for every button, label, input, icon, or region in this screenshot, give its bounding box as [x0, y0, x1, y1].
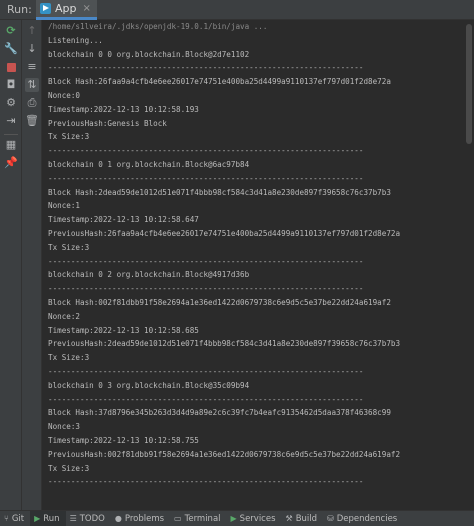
- problems-icon: ●: [114, 513, 122, 523]
- print-icon[interactable]: ⎙: [25, 96, 39, 110]
- console-line: Nonce:2: [48, 311, 81, 321]
- trash-icon[interactable]: 🗑: [25, 114, 39, 128]
- console-line: Block Hash:37d8796e345b263d3d4d9a89e2c6c…: [48, 408, 391, 418]
- arrow-up-icon[interactable]: ↑: [25, 24, 39, 38]
- tab-git[interactable]: ⑂ Git: [0, 511, 30, 526]
- dependencies-icon: ⛁: [327, 513, 334, 523]
- console-line: Tx Size:3: [48, 353, 90, 363]
- console-line: blockchain 0 2 org.blockchain.Block@4917…: [48, 270, 250, 280]
- console-line: blockchain 0 1 org.blockchain.Block@6ac9…: [48, 159, 250, 169]
- tab-terminal[interactable]: ▭ Terminal: [170, 511, 226, 526]
- console-line: Tx Size:3: [48, 463, 90, 473]
- tab-label: Dependencies: [336, 513, 398, 524]
- tool-window-bar: ⑂ Git ▶ Run ☰ TODO ● Problems ▭ Terminal ▶ Services…: [0, 510, 474, 526]
- run-icon: ▶: [34, 513, 41, 523]
- tab-label: TODO: [79, 513, 105, 524]
- console-line: Listening...: [48, 35, 103, 45]
- tab-run[interactable]: ▶ Run: [30, 511, 66, 526]
- scrollbar-thumb[interactable]: [466, 24, 472, 144]
- pin-icon[interactable]: 📌: [4, 156, 18, 170]
- console-line: blockchain 0 0 org.blockchain.Block@2d7e…: [48, 49, 250, 59]
- console-line: blockchain 0 3 org.blockchain.Block@35c0…: [48, 380, 250, 390]
- tab-label: Services: [239, 513, 276, 524]
- tab-build[interactable]: ⚒ Build: [282, 511, 324, 526]
- rerun-icon[interactable]: ⟳: [4, 24, 18, 38]
- stop-icon[interactable]: [4, 60, 18, 74]
- console-line: Tx Size:3: [48, 242, 90, 252]
- run-header: Run: App ×: [0, 0, 474, 20]
- services-icon: ▶: [230, 513, 237, 523]
- console-line: ----------------------------------------…: [48, 477, 364, 487]
- run-tool-window: Run: App × ⟳ 🔧 ◘ ⚙ ⇥ ▦ 📌 ↑ ↓ ≡ ⇅ ⎙ 🗑 /ho…: [0, 0, 474, 526]
- console-line: Block Hash:002f81dbb91f58e2694a1e36ed142…: [48, 297, 391, 307]
- console-line: Nonce:1: [48, 201, 81, 211]
- stop-square: [6, 62, 16, 72]
- console-toolbar: ↑ ↓ ≡ ⇅ ⎙ 🗑: [22, 20, 42, 510]
- tab-label: Build: [295, 513, 318, 524]
- tab-app-label: App: [55, 2, 77, 15]
- console-line: PreviousHash:26faa9a4cfb4e6ee26017e74751…: [48, 228, 401, 238]
- console-line: Timestamp:2022-12-13 10:12:58.647: [48, 215, 199, 225]
- run-toolbar: ⟳ 🔧 ◘ ⚙ ⇥ ▦ 📌: [0, 20, 22, 510]
- console-output[interactable]: /home/s1lveira/.jdks/openjdk-19.0.1/bin/…: [43, 20, 464, 510]
- tab-todo[interactable]: ☰ TODO: [66, 511, 111, 526]
- console-line: PreviousHash:Genesis Block: [48, 118, 167, 128]
- tab-problems[interactable]: ● Problems: [111, 511, 170, 526]
- gear-icon[interactable]: ⚙: [4, 96, 18, 110]
- soft-wrap-icon[interactable]: ≡: [25, 60, 39, 74]
- console-line: ----------------------------------------…: [48, 146, 364, 156]
- tab-services[interactable]: ▶ Services: [227, 511, 282, 526]
- todo-icon: ☰: [69, 513, 77, 523]
- console-line: Timestamp:2022-12-13 10:12:58.193: [48, 104, 199, 114]
- console-line: ----------------------------------------…: [48, 173, 364, 183]
- tab-label: Problems: [124, 513, 165, 524]
- console-line: Nonce:3: [48, 422, 81, 432]
- tab-label: Terminal: [184, 513, 221, 524]
- console-command-line: /home/s1lveira/.jdks/openjdk-19.0.1/bin/…: [48, 22, 268, 31]
- scroll-to-end-icon[interactable]: ⇅: [25, 78, 39, 92]
- console-line: Block Hash:2dead59de1012d51e071f4bbb98cf…: [48, 187, 391, 197]
- console-line: Timestamp:2022-12-13 10:12:58.685: [48, 325, 199, 335]
- console-line: Timestamp:2022-12-13 10:12:58.755: [48, 435, 199, 445]
- console-line: ----------------------------------------…: [48, 394, 364, 404]
- layout-icon[interactable]: ▦: [4, 138, 18, 152]
- console-scrollbar[interactable]: [464, 20, 474, 510]
- terminal-icon: ▭: [174, 513, 182, 523]
- console-line: Tx Size:3: [48, 132, 90, 142]
- run-label: Run:: [7, 3, 32, 16]
- console-line: Block Hash:26faa9a4cfb4e6ee26017e74751e4…: [48, 77, 391, 87]
- console-line: ----------------------------------------…: [48, 63, 364, 73]
- git-branch-icon: ⑂: [4, 513, 9, 523]
- build-icon: ⚒: [285, 513, 293, 523]
- exit-icon[interactable]: ⇥: [4, 114, 18, 128]
- tab-label: Run: [43, 513, 60, 524]
- console-line: PreviousHash:002f81dbb91f58e2694a1e36ed1…: [48, 449, 401, 459]
- close-icon[interactable]: ×: [83, 3, 91, 14]
- console-line: Nonce:0: [48, 90, 81, 100]
- tab-app[interactable]: App ×: [36, 0, 97, 20]
- application-icon: [40, 3, 51, 14]
- toolbar-separator: [4, 134, 18, 135]
- console-line: ----------------------------------------…: [48, 366, 364, 376]
- arrow-down-icon[interactable]: ↓: [25, 42, 39, 56]
- camera-icon[interactable]: ◘: [4, 78, 18, 92]
- wrench-icon[interactable]: 🔧: [4, 42, 18, 56]
- tab-label: Git: [11, 513, 25, 524]
- console-line: ----------------------------------------…: [48, 256, 364, 266]
- tab-dependencies[interactable]: ⛁ Dependencies: [323, 511, 403, 526]
- console-line: PreviousHash:2dead59de1012d51e071f4bbb98…: [48, 339, 401, 349]
- console-line: ----------------------------------------…: [48, 284, 364, 294]
